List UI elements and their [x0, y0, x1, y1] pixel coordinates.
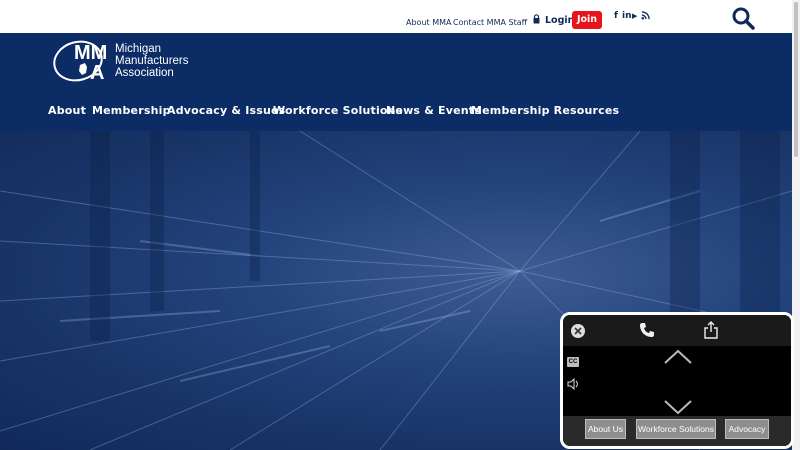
widget-toolbar	[563, 315, 791, 346]
phone-icon[interactable]	[639, 322, 655, 338]
widget-workforce-solutions-button[interactable]: Workforce Solutions	[636, 419, 716, 439]
accessibility-widget: CC About Us Workforce Solutions Advocacy	[560, 312, 794, 449]
widget-about-us-button[interactable]: About Us	[585, 419, 626, 439]
linkedin-icon[interactable]: in	[622, 10, 632, 22]
nav-advocacy-issues[interactable]: Advocacy & Issues	[167, 104, 285, 117]
join-button[interactable]: Join	[572, 11, 602, 29]
youtube-icon[interactable]: ▶	[632, 10, 637, 22]
cc-icon[interactable]: CC	[567, 357, 579, 367]
nav-workforce-solutions[interactable]: Workforce Solutions	[273, 104, 402, 117]
logo-line-2: Manufacturers	[115, 55, 189, 67]
utility-bar: About MMA Contact MMA Staff Login Join f…	[0, 0, 792, 33]
mma-logo[interactable]: MM A	[52, 37, 116, 83]
logo-mark-a: A	[90, 62, 104, 83]
nav-news-events[interactable]: News & Events	[386, 104, 481, 117]
share-icon[interactable]	[704, 321, 718, 339]
nav-membership-resources[interactable]: Membership Resources	[471, 104, 619, 117]
login-link[interactable]: Login	[545, 15, 574, 26]
facebook-icon[interactable]: f	[614, 10, 618, 22]
nav-about[interactable]: About	[48, 104, 86, 117]
about-mma-link[interactable]: About MMA	[406, 18, 451, 27]
logo-text: Michigan Manufacturers Association	[115, 43, 189, 79]
logo-line-3: Association	[115, 67, 174, 79]
close-icon[interactable]	[570, 323, 586, 339]
logo-mark: MM	[74, 42, 107, 64]
logo-line-1: Michigan	[115, 43, 162, 55]
widget-advocacy-button[interactable]: Advocacy	[725, 419, 769, 439]
lock-icon	[533, 14, 540, 24]
rss-icon[interactable]	[641, 11, 650, 20]
site-header: MM A Michigan Manufacturers Association …	[0, 33, 792, 131]
chevron-down-icon[interactable]	[663, 399, 693, 415]
scrollbar-thumb[interactable]	[794, 2, 798, 157]
volume-icon[interactable]	[567, 378, 581, 390]
contact-staff-link[interactable]: Contact MMA Staff	[453, 18, 527, 27]
chevron-up-icon[interactable]	[663, 349, 693, 365]
search-icon[interactable]	[731, 6, 755, 30]
nav-membership[interactable]: Membership	[92, 104, 171, 117]
